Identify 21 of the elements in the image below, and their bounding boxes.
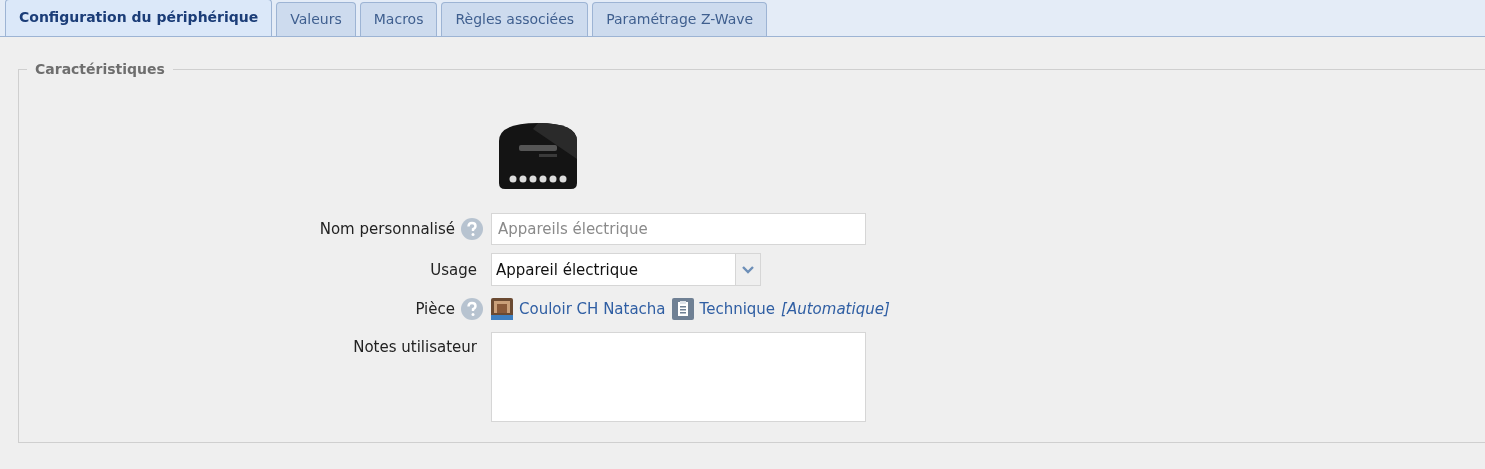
- help-icon[interactable]: [461, 298, 483, 320]
- automatic-note: [Automatique]: [781, 300, 890, 318]
- usage-dropdown[interactable]: Appareil électrique: [491, 253, 761, 286]
- category-link[interactable]: Technique: [699, 300, 776, 318]
- field-label: Usage: [430, 260, 477, 279]
- tab[interactable]: Valeurs: [276, 2, 356, 36]
- help-icon[interactable]: [461, 218, 483, 240]
- tab[interactable]: Configuration du périphérique: [5, 0, 273, 36]
- chevron-down-icon: [742, 265, 754, 274]
- tab[interactable]: Paramétrage Z-Wave: [592, 2, 768, 36]
- field-label: Notes utilisateur: [353, 338, 477, 356]
- field-label: Nom personnalisé: [319, 220, 455, 238]
- room-icon: [491, 298, 513, 320]
- tab[interactable]: Règles associées: [441, 2, 589, 36]
- room-link[interactable]: Couloir CH Natacha: [519, 300, 666, 318]
- notes-field[interactable]: [491, 332, 866, 422]
- name-field[interactable]: Appareils électrique: [491, 213, 866, 245]
- tab[interactable]: Macros: [359, 2, 438, 36]
- clipboard-icon: [671, 298, 694, 320]
- field-label: Pièce: [415, 300, 455, 318]
- section-legend: Caractéristiques: [27, 61, 173, 77]
